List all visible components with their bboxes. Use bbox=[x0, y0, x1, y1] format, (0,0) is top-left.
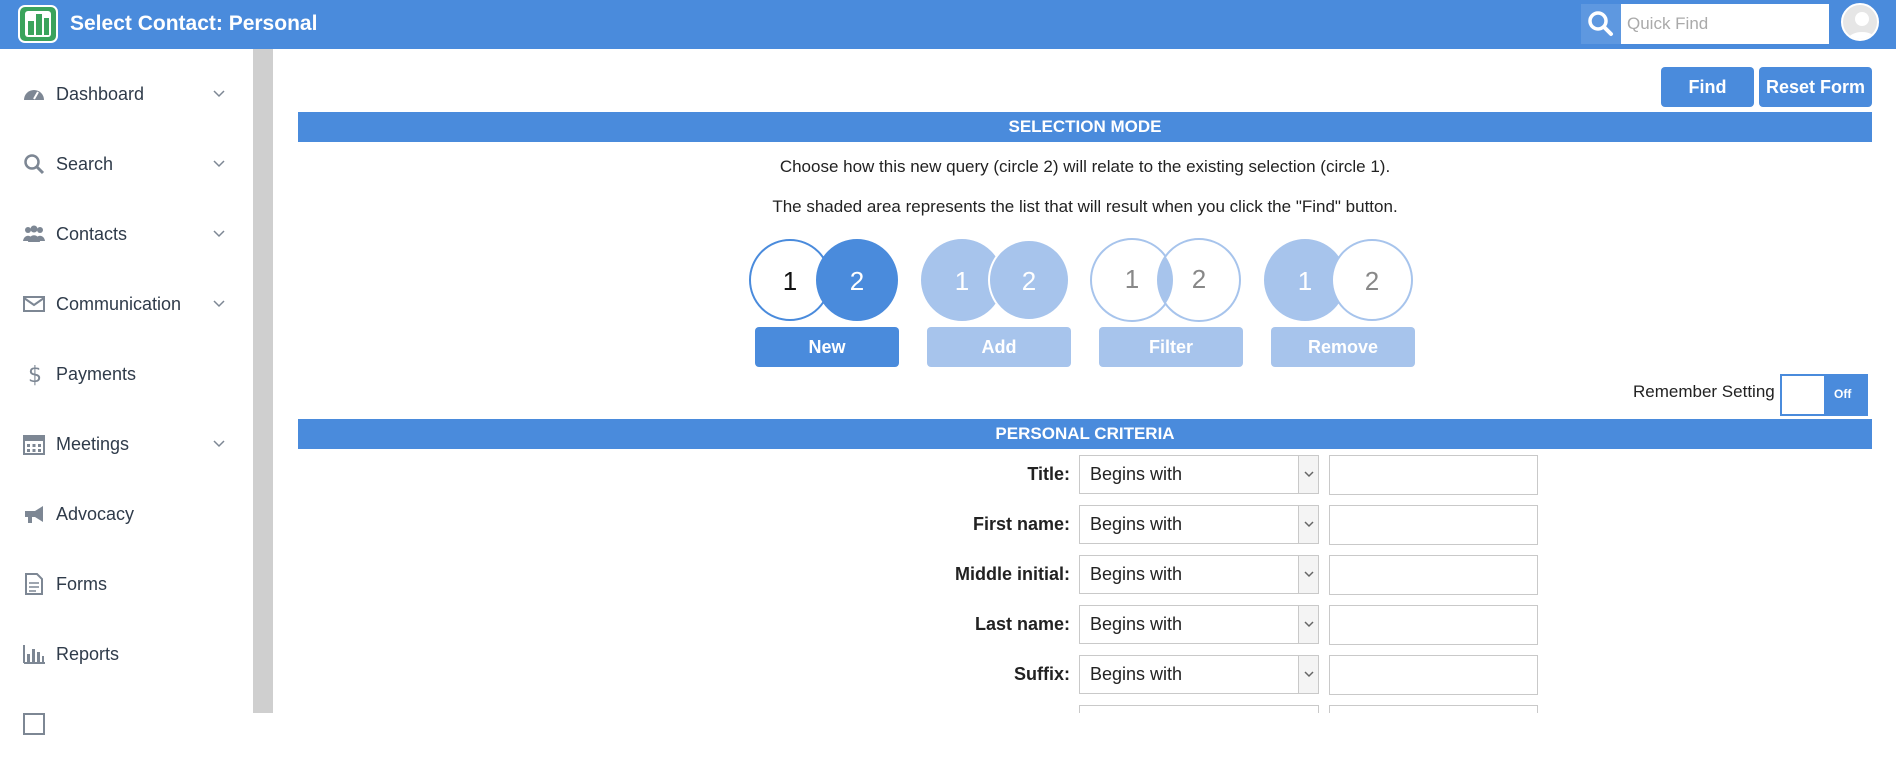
sidebar-item-label: Communication bbox=[56, 293, 182, 314]
top-bar: Select Contact: Personal bbox=[0, 0, 1896, 49]
sidebar-item-payments[interactable]: $ Payments bbox=[0, 339, 253, 409]
sidebar-item-label: Payments bbox=[56, 363, 137, 384]
envelope-icon bbox=[22, 292, 46, 316]
chevron-down-icon bbox=[212, 437, 226, 451]
first-name-label: First name: bbox=[972, 514, 1070, 534]
chevron-down-icon bbox=[1298, 656, 1318, 693]
find-button[interactable]: Find bbox=[1661, 67, 1754, 107]
chevron-down-icon bbox=[212, 87, 226, 101]
sidebar-divider[interactable] bbox=[253, 49, 273, 713]
document-icon bbox=[22, 572, 46, 596]
circle-2: 2 bbox=[988, 239, 1070, 321]
sidebar-item-forms[interactable]: Forms bbox=[0, 549, 253, 619]
selection-instruction-2: The shaded area represents the list that… bbox=[772, 197, 1398, 216]
reset-form-button[interactable]: Reset Form bbox=[1759, 67, 1872, 107]
circle-2: 2 bbox=[1331, 239, 1413, 321]
select-value: Begins with bbox=[1090, 514, 1183, 534]
last-name-value-input[interactable] bbox=[1329, 605, 1538, 645]
contacts-icon bbox=[22, 222, 46, 246]
sidebar-item-meetings[interactable]: Meetings bbox=[0, 409, 253, 479]
partial-operator-select[interactable] bbox=[1079, 705, 1319, 713]
suffix-value-input[interactable] bbox=[1329, 655, 1538, 695]
app-logo[interactable] bbox=[18, 5, 58, 43]
title-label: Title: bbox=[1027, 464, 1070, 484]
calendar-icon bbox=[22, 432, 46, 456]
select-value: Begins with bbox=[1090, 564, 1183, 584]
dashboard-icon bbox=[22, 82, 46, 106]
suffix-label: Suffix: bbox=[1014, 664, 1070, 684]
chevron-down-icon bbox=[212, 157, 226, 171]
select-value: Begins with bbox=[1090, 464, 1183, 484]
user-avatar[interactable] bbox=[1841, 3, 1879, 41]
personal-criteria-header: PERSONAL CRITERIA bbox=[298, 419, 1872, 449]
middle-initial-operator-select[interactable]: Begins with bbox=[1079, 555, 1319, 594]
toggle-knob bbox=[1782, 376, 1824, 414]
selection-mode-header: SELECTION MODE bbox=[298, 112, 1872, 142]
quick-find-search-icon[interactable] bbox=[1581, 4, 1621, 44]
chevron-down-icon bbox=[1298, 556, 1318, 593]
suffix-operator-select[interactable]: Begins with bbox=[1079, 655, 1319, 694]
sidebar-item-contacts[interactable]: Contacts bbox=[0, 199, 253, 269]
mode-add-button[interactable]: Add bbox=[927, 327, 1071, 367]
circle-2: 2 bbox=[1191, 264, 1207, 294]
search-icon bbox=[22, 152, 46, 176]
sidebar-item-search[interactable]: Search bbox=[0, 129, 253, 199]
sidebar-item-label: Dashboard bbox=[56, 83, 145, 104]
partial-icon bbox=[22, 712, 46, 736]
middle-initial-value-input[interactable] bbox=[1329, 555, 1538, 595]
partial-value-input[interactable] bbox=[1329, 705, 1538, 713]
chevron-down-icon bbox=[1298, 606, 1318, 643]
remember-setting-label: Remember Setting bbox=[1633, 382, 1775, 401]
mode-remove-button[interactable]: Remove bbox=[1271, 327, 1415, 367]
chevron-down-icon bbox=[212, 297, 226, 311]
toggle-state: Off bbox=[1834, 387, 1852, 401]
sidebar-item-label: Forms bbox=[56, 573, 107, 594]
dollar-icon: $ bbox=[22, 362, 46, 388]
sidebar-item-label: Advocacy bbox=[56, 503, 135, 524]
quick-find-input[interactable] bbox=[1621, 4, 1829, 44]
chevron-down-icon bbox=[1298, 506, 1318, 543]
sidebar-item-label: Meetings bbox=[56, 433, 130, 454]
last-name-label: Last name: bbox=[974, 614, 1070, 634]
select-value: Begins with bbox=[1090, 614, 1183, 634]
sidebar: Dashboard Search Contacts Communication … bbox=[0, 49, 253, 735]
sidebar-item-partial[interactable] bbox=[0, 689, 253, 759]
first-name-operator-select[interactable]: Begins with bbox=[1079, 505, 1319, 544]
title-value-input[interactable] bbox=[1329, 455, 1538, 495]
circle-2: 2 bbox=[816, 239, 898, 321]
page-title: Select Contact: Personal bbox=[70, 12, 318, 35]
sidebar-item-label: Contacts bbox=[56, 223, 128, 244]
sidebar-item-label: Reports bbox=[56, 643, 120, 664]
first-name-value-input[interactable] bbox=[1329, 505, 1538, 545]
bar-chart-icon bbox=[22, 642, 46, 666]
sidebar-item-advocacy[interactable]: Advocacy bbox=[0, 479, 253, 549]
sidebar-item-communication[interactable]: Communication bbox=[0, 269, 253, 339]
selection-instruction-1: Choose how this new query (circle 2) wil… bbox=[779, 157, 1391, 176]
last-name-operator-select[interactable]: Begins with bbox=[1079, 605, 1319, 644]
mode-filter-button[interactable]: Filter bbox=[1099, 327, 1243, 367]
title-operator-select[interactable]: Begins with bbox=[1079, 455, 1319, 494]
mode-new-button[interactable]: New bbox=[755, 327, 899, 367]
sidebar-item-label: Search bbox=[56, 153, 114, 174]
middle-initial-label: Middle initial: bbox=[955, 564, 1070, 584]
megaphone-icon bbox=[22, 502, 46, 526]
select-value: Begins with bbox=[1090, 664, 1183, 684]
remember-setting-toggle[interactable]: Off bbox=[1780, 374, 1868, 416]
chevron-down-icon bbox=[212, 227, 226, 241]
svg-text:$: $ bbox=[28, 363, 42, 386]
sidebar-item-dashboard[interactable]: Dashboard bbox=[0, 59, 253, 129]
sidebar-item-reports[interactable]: Reports bbox=[0, 619, 253, 689]
chevron-down-icon bbox=[1298, 456, 1318, 493]
